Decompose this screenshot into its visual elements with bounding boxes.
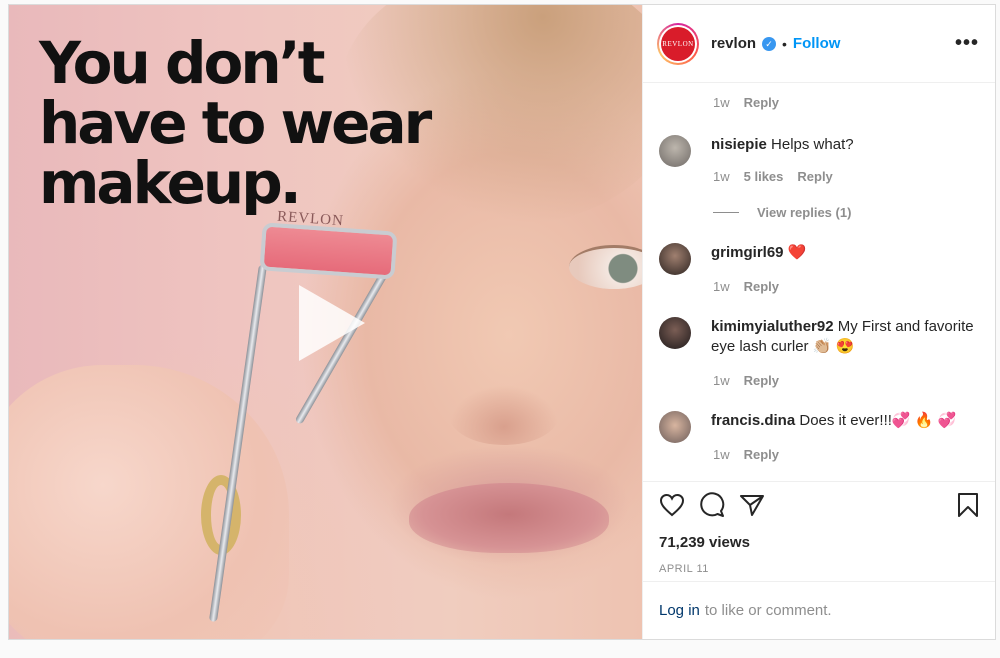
comment-time: 1w <box>713 447 730 462</box>
action-bar: 71,239 views APRIL 11 <box>643 481 995 581</box>
reply-button[interactable]: Reply <box>797 169 832 184</box>
comment-icon[interactable] <box>699 491 725 523</box>
separator-dot: • <box>782 35 787 52</box>
comment-text: Helps what? <box>771 136 854 153</box>
comment: nisiepie Helps what? <box>659 135 983 167</box>
share-icon[interactable] <box>739 493 765 522</box>
bookmark-icon[interactable] <box>957 492 979 523</box>
nose-shading <box>449 385 559 445</box>
comment-meta: 1w Reply <box>713 95 779 110</box>
reply-button[interactable]: Reply <box>744 373 779 388</box>
post-header: REVLON revlon ✓ • Follow ••• <box>643 5 995 83</box>
comment: francis.dina Does it ever!!!💞 🔥 💞 <box>659 411 983 443</box>
comment-time: 1w <box>713 169 730 184</box>
verified-icon: ✓ <box>762 36 777 51</box>
view-replies-button[interactable]: View replies (1) <box>713 205 851 220</box>
avatar[interactable] <box>659 243 691 275</box>
comment-username[interactable]: kimimyialuther92 <box>711 318 834 335</box>
reply-button[interactable]: Reply <box>744 279 779 294</box>
heart-icon[interactable] <box>659 493 685 522</box>
comment-meta: 1w 5 likes Reply <box>713 169 833 184</box>
instagram-post: REVLON You don’t have to wear makeup. RE… <box>8 4 996 640</box>
avatar[interactable]: REVLON <box>657 22 699 65</box>
curler-pad <box>259 222 398 280</box>
comment-text: Does it ever!!!💞 🔥 💞 <box>799 412 957 429</box>
more-icon[interactable]: ••• <box>955 32 979 55</box>
comments-list[interactable]: 1w Reply nisiepie Helps what? 1w 5 likes… <box>643 83 995 481</box>
username-link[interactable]: revlon <box>711 35 756 52</box>
play-icon[interactable] <box>299 285 365 361</box>
comment-username[interactable]: nisiepie <box>711 136 767 153</box>
post-sidebar: REVLON revlon ✓ • Follow ••• 1w Reply ni… <box>642 5 995 639</box>
avatar[interactable] <box>659 411 691 443</box>
view-replies-label: View replies (1) <box>757 205 852 220</box>
comment-time: 1w <box>713 279 730 294</box>
post-video[interactable]: REVLON You don’t have to wear makeup. <box>9 5 642 639</box>
views-count[interactable]: 71,239 views <box>659 534 979 551</box>
post-date[interactable]: APRIL 11 <box>659 563 979 575</box>
comment-username[interactable]: grimgirl69 <box>711 244 784 261</box>
eye-shading <box>569 245 642 289</box>
comment-time: 1w <box>713 373 730 388</box>
lips-shading <box>409 483 609 553</box>
login-prompt-text: to like or comment. <box>704 602 832 619</box>
login-link[interactable]: Log in <box>659 602 700 619</box>
comment-meta: 1w Reply <box>713 447 779 462</box>
comment-text: ❤️ <box>787 244 807 261</box>
comment-meta: 1w Reply <box>713 373 779 388</box>
comment-time: 1w <box>713 95 730 110</box>
login-prompt: Log in to like or comment. <box>643 581 995 639</box>
comment-username[interactable]: francis.dina <box>711 412 795 429</box>
revlon-logo: REVLON <box>661 26 695 61</box>
comment: grimgirl69 ❤️ <box>659 243 983 275</box>
follow-button[interactable]: Follow <box>793 35 841 52</box>
video-headline: You don’t have to wear makeup. <box>39 29 432 217</box>
likes-count[interactable]: 5 likes <box>744 169 784 184</box>
avatar[interactable] <box>659 135 691 167</box>
comment-meta: 1w Reply <box>713 279 779 294</box>
comment: kimimyialuther92 My First and favorite e… <box>659 317 983 357</box>
reply-button[interactable]: Reply <box>744 95 779 110</box>
reply-button[interactable]: Reply <box>744 447 779 462</box>
avatar[interactable] <box>659 317 691 349</box>
